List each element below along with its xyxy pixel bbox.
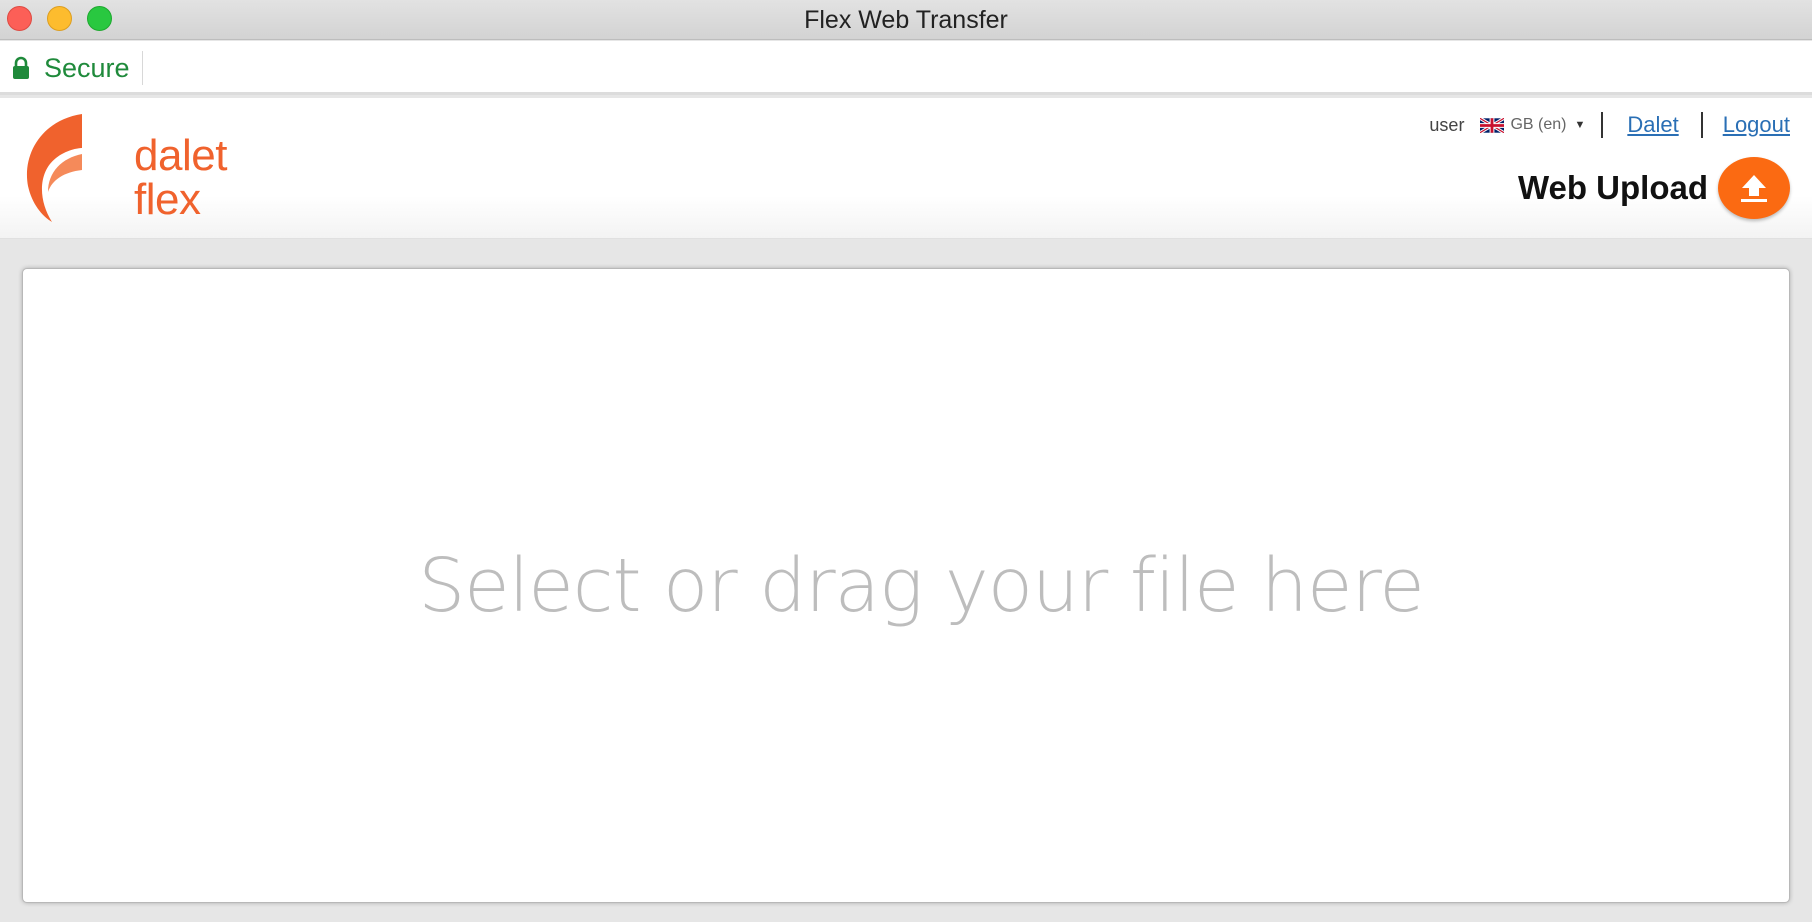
chevron-down-icon: ▼ bbox=[1574, 119, 1586, 131]
brand-text-flex: flex bbox=[134, 175, 201, 224]
logout-link[interactable]: Logout bbox=[1723, 112, 1790, 138]
nav-separator bbox=[1601, 112, 1604, 138]
address-bar[interactable]: Secure bbox=[0, 41, 1812, 95]
web-upload-title: Web Upload bbox=[1517, 169, 1708, 206]
nav-separator bbox=[1700, 112, 1703, 138]
window-title: Flex Web Transfer bbox=[804, 6, 1008, 34]
secure-label: Secure bbox=[44, 52, 130, 83]
top-navigation: user GB (en) ▼ Dalet Logout bbox=[1429, 108, 1790, 142]
language-label: GB (en) bbox=[1510, 116, 1567, 133]
page-header: dalet flex user GB (en) ▼ Dalet Logout W… bbox=[0, 98, 1812, 239]
user-name: user bbox=[1429, 114, 1465, 135]
upload-button[interactable] bbox=[1718, 157, 1790, 219]
lock-icon bbox=[12, 56, 30, 80]
secure-indicator[interactable]: Secure bbox=[12, 51, 143, 85]
language-selector[interactable]: GB (en) ▼ bbox=[1479, 116, 1586, 134]
dalet-link[interactable]: Dalet bbox=[1627, 112, 1678, 138]
uk-flag-icon bbox=[1479, 116, 1506, 134]
dalet-flex-logo[interactable]: dalet flex bbox=[22, 114, 227, 224]
drop-zone-prompt: Select or drag your file here bbox=[418, 542, 1425, 629]
brand-text-dalet: dalet bbox=[134, 131, 227, 180]
web-upload-section: Web Upload bbox=[1518, 156, 1790, 220]
window-titlebar: Flex Web Transfer bbox=[0, 0, 1812, 40]
upload-arrow-icon bbox=[1741, 175, 1767, 202]
file-drop-zone[interactable]: Select or drag your file here bbox=[22, 268, 1790, 903]
dalet-flex-logo-mark bbox=[26, 114, 82, 222]
